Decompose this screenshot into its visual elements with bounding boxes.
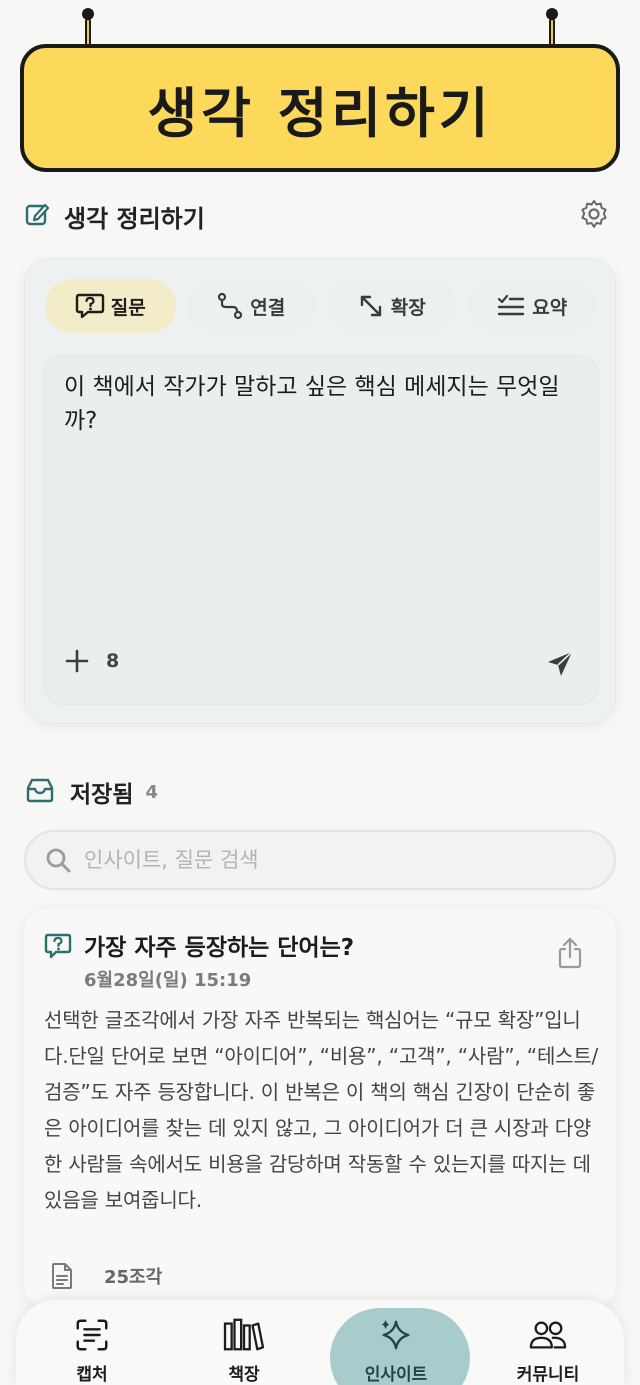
question-text[interactable]: 이 책에서 작가가 말하고 싶은 핵심 메세지는 무엇일까? [64,370,564,438]
add-fragment-button[interactable]: 8 [64,648,119,674]
nav-capture-label: 캡처 [76,1365,108,1385]
page-title: 생각 정리하기 [64,204,205,233]
tab-expand[interactable]: 확장 [326,279,457,333]
mode-tabs: 질문 연결 확장 요약 [45,279,597,333]
bookshelf-icon [223,1318,265,1351]
tab-connect-label: 연결 [250,296,286,319]
tab-connect[interactable]: 연결 [185,279,316,333]
expand-icon [360,295,381,317]
document-icon [52,1263,72,1289]
summary-icon [498,294,525,316]
tab-question[interactable]: 질문 [45,279,176,333]
search-bar[interactable] [24,830,616,890]
nav-community-label: 커뮤니티 [516,1365,580,1385]
section-header: 생각 정리하기 [24,196,616,236]
nav-insight-label: 인사이트 [364,1365,428,1385]
banner-title: 생각 정리하기 [147,81,493,145]
share-icon[interactable] [556,936,584,974]
insight-card[interactable]: 가장 자주 등장하는 단어는? 6월28일(일) 15:19 선택한 글조각에서… [24,908,616,1308]
sparkle-icon [381,1319,410,1350]
plus-icon [65,649,89,673]
saved-header: 저장됨 4 [24,774,158,810]
question-bubble-icon [44,932,72,964]
bottom-nav: 캡처 책장 인사이트 커뮤니티 [16,1300,624,1385]
thought-composer-card: 질문 연결 확장 요약 이 책에서 작가가 말하고 싶은 핵심 메세지는 무엇일… [24,258,616,724]
question-icon [75,293,104,319]
community-icon [529,1321,567,1349]
insight-body: 선택한 글조각에서 가장 자주 반복되는 핵심어는 “규모 확장”입니다.단일 … [44,1008,599,1212]
connect-icon [218,292,243,320]
tab-summary[interactable]: 요약 [466,279,597,333]
banner-sign: 생각 정리하기 [20,44,620,172]
tab-question-label: 질문 [110,296,146,319]
saved-count: 4 [145,781,159,803]
nav-insight[interactable]: 인사이트 [320,1300,472,1385]
insight-title: 가장 자주 등장하는 단어는? [84,935,355,961]
nav-capture[interactable]: 캡처 [16,1300,168,1385]
insight-meta: 25조각 [50,1262,162,1290]
nav-bookshelf-label: 책장 [228,1365,260,1385]
edit-note-icon [24,201,50,231]
saved-title: 저장됨 [70,782,134,808]
fragment-count-label: 25조각 [104,1267,163,1288]
fragment-count: 8 [106,650,120,672]
tab-expand-label: 확장 [390,296,426,319]
hanging-banner: 생각 정리하기 [0,0,640,180]
inbox-tray-icon [24,776,56,808]
capture-icon [76,1319,108,1351]
send-icon[interactable] [544,648,576,680]
nav-community[interactable]: 커뮤니티 [472,1300,624,1385]
search-icon [46,848,71,873]
question-input-area[interactable]: 이 책에서 작가가 말하고 싶은 핵심 메세지는 무엇일까? 8 [43,355,599,705]
search-input[interactable] [84,848,564,872]
nav-bookshelf[interactable]: 책장 [168,1300,320,1385]
settings-gear-icon[interactable] [578,198,610,230]
tab-summary-label: 요약 [532,296,568,319]
insight-date: 6월28일(일) 15:19 [84,970,252,991]
